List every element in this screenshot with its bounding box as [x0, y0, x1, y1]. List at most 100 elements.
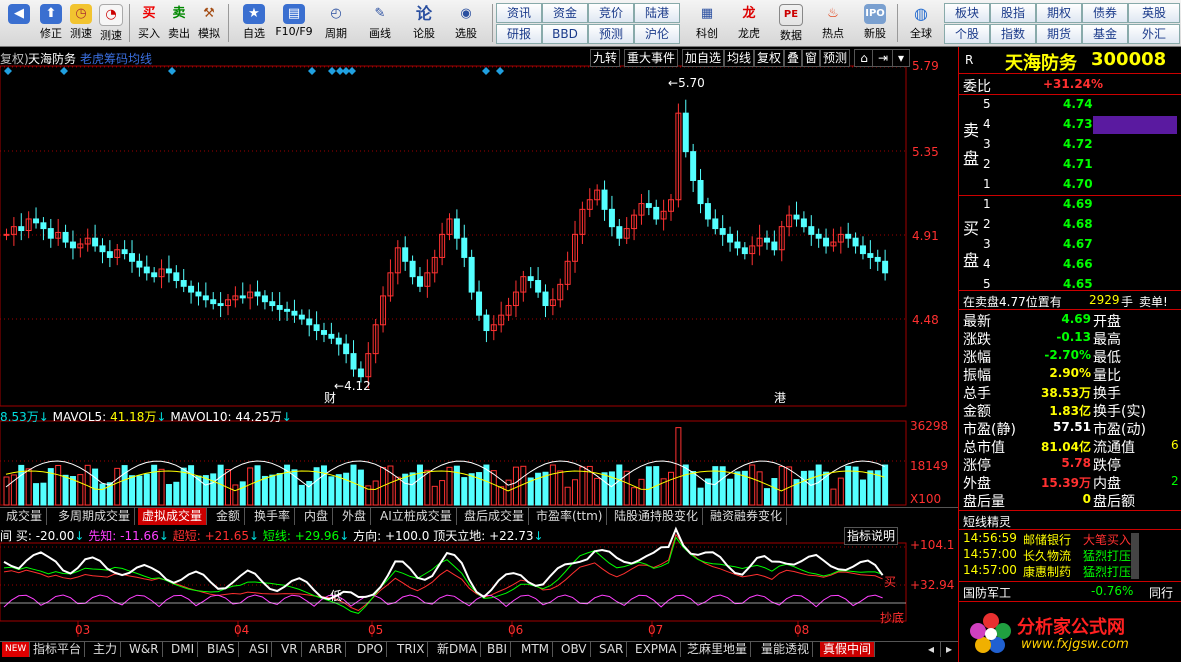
tab-asi[interactable]: ASI	[246, 642, 273, 657]
grid-btn-uk-stocks[interactable]: 英股	[1128, 3, 1180, 23]
data-button[interactable]: PE 数据	[772, 2, 810, 44]
tab-mtm[interactable]: MTM	[518, 642, 554, 657]
tab-expma[interactable]: EXPMA	[632, 642, 681, 657]
short-elf-item[interactable]: 14:57:00 长久物流 猛烈打压	[959, 547, 1181, 563]
scroll-left-icon[interactable]: ◂	[922, 642, 941, 657]
grid-btn-options[interactable]: 期权	[1036, 3, 1082, 23]
next-icon[interactable]: ⇥	[872, 49, 894, 67]
fix-button[interactable]: ⬆ 修正	[36, 2, 66, 44]
sell-level-row[interactable]: 3 4.72	[959, 135, 1181, 155]
grid-btn-forecast[interactable]: 预测	[588, 24, 634, 44]
sell-level-row[interactable]: 5 4.74	[959, 95, 1181, 115]
scroll-right-icon[interactable]: ▸	[940, 642, 959, 657]
tab-turnover[interactable]: 换手率	[250, 508, 296, 525]
grid-btn-hk-connect[interactable]: 陆港	[634, 3, 680, 23]
overlay-button[interactable]: 叠	[784, 49, 803, 67]
stock-select-button[interactable]: ◉ 选股	[448, 2, 484, 44]
buy-level-row[interactable]: 4 4.66	[959, 255, 1181, 275]
event-finance-mark[interactable]: 财	[324, 389, 336, 406]
buy-level-row[interactable]: 3 4.67	[959, 235, 1181, 255]
grid-btn-sector[interactable]: 板块	[944, 3, 990, 23]
global-button[interactable]: ◍ 全球	[902, 2, 940, 44]
tab-main-force[interactable]: 主力	[90, 642, 122, 657]
grid-btn-bbd[interactable]: BBD	[542, 24, 588, 44]
dragon-tiger-button[interactable]: 龙龙虎	[730, 2, 768, 44]
discuss-button[interactable]: 论论股	[408, 2, 440, 44]
menu-arrow-icon[interactable]: ▾	[892, 49, 910, 67]
peer-button[interactable]: 同行	[1149, 584, 1173, 601]
tab-true-false-middle[interactable]: 真假中间	[820, 642, 876, 657]
tab-bbi[interactable]: BBI	[484, 642, 512, 657]
tab-northbound[interactable]: 陆股通持股变化	[610, 508, 704, 525]
sell-level-row[interactable]: 2 4.71	[959, 155, 1181, 175]
lock-icon[interactable]: ⌂	[854, 49, 874, 67]
grid-btn-research[interactable]: 研报	[496, 24, 542, 44]
tab-after-hours[interactable]: 盘后成交量	[460, 508, 530, 525]
speed-test-button[interactable]: ◷ 测速	[66, 2, 96, 44]
nine-turn-button[interactable]: 九转	[590, 49, 621, 67]
tab-dpo[interactable]: DPO	[354, 642, 387, 657]
sci-board-button[interactable]: ▦ 科创	[688, 2, 726, 44]
tab-multi-period-volume[interactable]: 多周期成交量	[54, 508, 136, 525]
watchlist-button[interactable]: ★ 自选	[236, 2, 272, 44]
short-elf-item[interactable]: 14:57:00 康惠制药 猛烈打压	[959, 563, 1181, 579]
short-elf-item[interactable]: 14:56:59 邮储银行 大笔买入	[959, 531, 1181, 547]
tab-ai-volume[interactable]: AI立桩成交量	[376, 508, 457, 525]
grid-btn-indices[interactable]: 指数	[990, 24, 1036, 44]
tab-inner[interactable]: 内盘	[300, 508, 334, 525]
grid-btn-futures[interactable]: 期货	[1036, 24, 1082, 44]
tab-dmi[interactable]: DMI	[168, 642, 199, 657]
refresh-button[interactable]: ◔ 测速	[96, 2, 126, 44]
tab-margin[interactable]: 融资融券变化	[706, 508, 788, 525]
tab-new-dma[interactable]: 新DMA	[434, 642, 481, 657]
sell-level-row[interactable]: 4 4.73	[959, 115, 1181, 135]
event-hk-mark[interactable]: 港	[774, 389, 786, 406]
tab-virtual-volume[interactable]: 虚拟成交量	[138, 508, 208, 525]
add-watchlist-button[interactable]: 加自选	[682, 49, 725, 67]
grid-btn-bonds[interactable]: 债券	[1082, 3, 1128, 23]
tab-volume[interactable]: 成交量	[2, 508, 48, 525]
tab-pe-ttm[interactable]: 市盈率(ttm)	[532, 508, 608, 525]
f10-button[interactable]: ▤ F10/F9	[274, 2, 314, 44]
tab-amount[interactable]: 金额	[212, 508, 246, 525]
simulate-button[interactable]: ⚒ 模拟	[194, 2, 224, 44]
grid-btn-auction[interactable]: 竞价	[588, 3, 634, 23]
major-events-button[interactable]: 重大事件	[624, 49, 679, 67]
short-elf-header[interactable]: 短线精灵	[959, 512, 1181, 530]
tab-trix[interactable]: TRIX	[394, 642, 429, 657]
tab-sar[interactable]: SAR	[596, 642, 628, 657]
sell-level-row[interactable]: 1 4.70	[959, 175, 1181, 195]
tab-indicator-platform[interactable]: 指标平台	[30, 642, 86, 657]
grid-btn-funds[interactable]: 资金	[542, 3, 588, 23]
sell-button[interactable]: 卖卖出	[164, 2, 194, 44]
tab-volume-perspective[interactable]: 量能透视	[758, 642, 814, 657]
hot-button[interactable]: ♨ 热点	[814, 2, 852, 44]
moving-average-button[interactable]: 均线	[724, 49, 755, 67]
draw-line-button[interactable]: ✎ 画线	[362, 2, 398, 44]
ipo-button[interactable]: IPO 新股	[856, 2, 894, 44]
grid-btn-forex[interactable]: 外汇	[1128, 24, 1180, 44]
back-button[interactable]: ◀	[4, 2, 34, 44]
buy-button[interactable]: 买买入	[134, 2, 164, 44]
tab-wr[interactable]: W&R	[126, 642, 163, 657]
buy-level-row[interactable]: 2 4.68	[959, 215, 1181, 235]
kline-chart-canvas[interactable]	[0, 47, 958, 639]
tab-arbr[interactable]: ARBR	[306, 642, 347, 657]
tab-vr[interactable]: VR	[278, 642, 302, 657]
forecast-button[interactable]: 预测	[820, 49, 851, 67]
grid-btn-index[interactable]: 股指	[990, 3, 1036, 23]
tab-obv[interactable]: OBV	[558, 642, 591, 657]
indicator-explain-button[interactable]: 指标说明	[844, 527, 899, 545]
period-button[interactable]: ◴ 周期	[318, 2, 354, 44]
tab-outer[interactable]: 外盘	[338, 508, 372, 525]
grid-btn-stock[interactable]: 个股	[944, 24, 990, 44]
buy-level-row[interactable]: 1 4.69	[959, 195, 1181, 215]
tab-sesame-volume[interactable]: 芝麻里地量	[684, 642, 752, 657]
short-elf-scrollbar[interactable]	[1131, 533, 1139, 579]
grid-btn-news[interactable]: 资讯	[496, 3, 542, 23]
window-button[interactable]: 窗	[802, 49, 821, 67]
grid-btn-funds2[interactable]: 基金	[1082, 24, 1128, 44]
tab-bias[interactable]: BIAS	[204, 642, 239, 657]
grid-btn-london[interactable]: 沪伦	[634, 24, 680, 44]
sector-row[interactable]: 国防军工 -0.76% 同行	[959, 583, 1181, 601]
